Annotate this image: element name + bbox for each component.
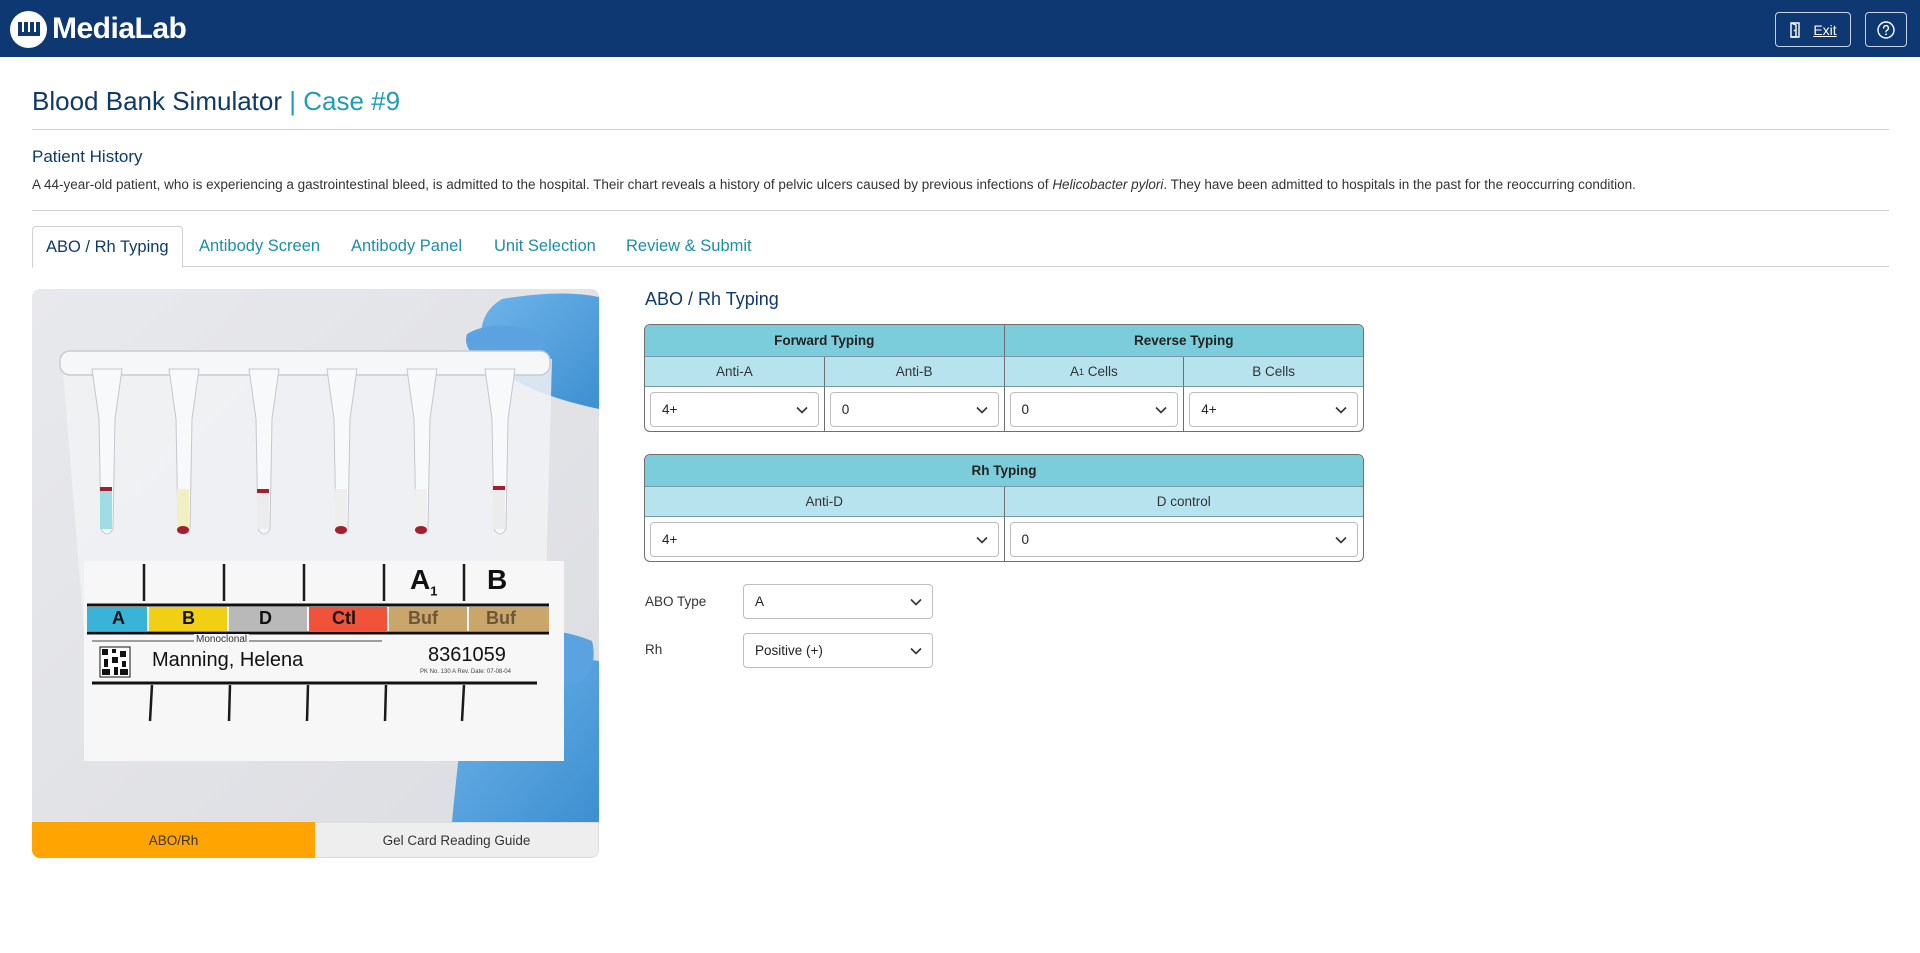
rh-group-header: Rh Typing xyxy=(645,455,1363,487)
monoclonal-label: Monoclonal xyxy=(194,634,250,645)
exit-door-icon xyxy=(1790,21,1801,38)
medialab-logo[interactable]: MediaLab xyxy=(10,10,187,48)
chevron-down-icon xyxy=(796,406,808,414)
history-organism: Helicobacter pylori xyxy=(1052,177,1164,192)
reverse-typing-header: Reverse Typing xyxy=(1004,325,1363,357)
abo-type-label: ABO Type xyxy=(645,594,707,609)
exit-label: Exit xyxy=(1813,21,1837,38)
exit-button[interactable]: Exit xyxy=(1775,12,1851,47)
gel-col-buf-1: Buf xyxy=(408,608,438,628)
col-b-cells: B Cells xyxy=(1184,357,1363,387)
gel-col-a: A xyxy=(112,608,125,628)
logo-text: MediaLab xyxy=(52,12,187,45)
gel-header-a-sub: 1 xyxy=(430,583,438,599)
help-button[interactable] xyxy=(1865,12,1907,47)
a1-cells-cell: 0 xyxy=(1005,387,1185,431)
patient-name: Manning, Helena xyxy=(152,649,304,671)
medialab-logo-icon xyxy=(10,10,47,48)
anti-b-select[interactable]: 0 xyxy=(829,392,999,427)
image-tab-gel-card-reading-guide[interactable]: Gel Card Reading Guide xyxy=(315,822,599,858)
tab-antibody-screen[interactable]: Antibody Screen xyxy=(199,226,320,267)
chevron-down-icon xyxy=(1155,406,1167,414)
chevron-down-icon xyxy=(910,598,922,606)
d-control-value: 0 xyxy=(1021,532,1030,547)
anti-b-cell: 0 xyxy=(825,387,1005,431)
b-cells-cell: 4+ xyxy=(1184,387,1363,431)
page-title: Blood Bank Simulator | Case #9 xyxy=(32,86,400,117)
patient-history-text: A 44-year-old patient, who is experienci… xyxy=(32,177,1636,192)
col-anti-a: Anti-A xyxy=(645,357,825,387)
gel-col-b: B xyxy=(182,608,195,628)
forward-typing-header: Forward Typing xyxy=(645,325,1005,357)
gel-col-d: D xyxy=(259,608,272,628)
patient-history-heading: Patient History xyxy=(32,147,143,166)
patient-id: 8361059 xyxy=(428,644,506,666)
anti-b-value: 0 xyxy=(841,402,850,417)
title-divider xyxy=(32,129,1889,130)
col-a1-main: A xyxy=(1069,364,1079,379)
rh-column-headers: Anti-D D control xyxy=(645,487,1363,517)
a1-cells-select[interactable]: 0 xyxy=(1009,392,1179,427)
typing-group-header: Forward Typing Reverse Typing xyxy=(645,325,1363,357)
tab-abo-rh-typing[interactable]: ABO / Rh Typing xyxy=(32,226,183,268)
rh-label: Rh xyxy=(645,642,663,657)
a1-cells-value: 0 xyxy=(1021,402,1030,417)
rh-typing-header: Rh Typing xyxy=(645,455,1363,487)
anti-a-value: 4+ xyxy=(662,402,678,417)
image-tab-abo-rh[interactable]: ABO/Rh xyxy=(32,822,315,858)
tab-antibody-panel[interactable]: Antibody Panel xyxy=(351,226,462,267)
anti-a-cell: 4+ xyxy=(645,387,825,431)
gel-header-a1: A1 xyxy=(410,564,437,599)
col-a1-tail: Cells xyxy=(1084,364,1118,379)
b-cells-select[interactable]: 4+ xyxy=(1189,392,1358,427)
gel-header-b: B xyxy=(487,564,508,595)
col-a1-cells: A1 Cells xyxy=(1004,357,1185,387)
main-tabs: ABO / Rh Typing Antibody Screen Antibody… xyxy=(32,226,1889,268)
help-icon xyxy=(1877,20,1895,39)
anti-d-value: 4+ xyxy=(662,532,678,547)
forward-reverse-typing-table: Forward Typing Reverse Typing Anti-A Ant… xyxy=(644,324,1364,432)
chevron-down-icon xyxy=(975,536,988,544)
tab-unit-selection[interactable]: Unit Selection xyxy=(494,226,596,267)
rh-value: Positive (+) xyxy=(755,643,823,658)
rh-typing-table: Rh Typing Anti-D D control 4+ 0 xyxy=(644,454,1364,562)
anti-a-select[interactable]: 4+ xyxy=(650,392,819,427)
tab-review-submit[interactable]: Review & Submit xyxy=(626,226,752,267)
abo-rh-section-title: ABO / Rh Typing xyxy=(645,289,779,309)
anti-d-cell: 4+ xyxy=(645,517,1005,561)
col-anti-b: Anti-B xyxy=(824,357,1005,387)
d-control-cell: 0 xyxy=(1005,517,1364,561)
typing-select-row: 4+ 0 0 4+ xyxy=(645,387,1363,431)
history-text-part1: A 44-year-old patient, who is experienci… xyxy=(32,177,1053,192)
rh-select[interactable]: Positive (+) xyxy=(743,633,933,668)
history-text-part2: . They have been admitted to hospitals i… xyxy=(1163,177,1636,192)
gel-col-ctl: Ctl xyxy=(332,608,356,628)
image-tabs: ABO/Rh Gel Card Reading Guide xyxy=(32,822,599,858)
simulator-title: Blood Bank Simulator xyxy=(32,86,283,116)
d-control-select[interactable]: 0 xyxy=(1009,522,1358,557)
history-divider xyxy=(32,210,1889,211)
b-cells-value: 4+ xyxy=(1201,402,1217,417)
chevron-down-icon xyxy=(910,647,922,655)
typing-column-headers: Anti-A Anti-B A1 Cells B Cells xyxy=(645,357,1363,387)
gel-header-a: A xyxy=(410,564,431,595)
chevron-down-icon xyxy=(1335,406,1347,414)
fine-print: PK No. 130 A Rev. Date: 07-08-04 xyxy=(420,669,511,675)
chevron-down-icon xyxy=(975,406,988,414)
rh-select-row: 4+ 0 xyxy=(645,517,1364,561)
gel-card-image: A B D Ctl Buf Buf A1 B Monoclonal Mannin… xyxy=(32,289,599,822)
col-anti-d: Anti-D xyxy=(645,487,1005,517)
top-bar: MediaLab Exit xyxy=(0,0,1920,57)
case-label: | Case #9 xyxy=(289,86,401,116)
gel-col-buf-2: Buf xyxy=(486,608,516,628)
anti-d-select[interactable]: 4+ xyxy=(650,522,999,557)
col-d-control: D control xyxy=(1004,487,1363,517)
abo-type-select[interactable]: A xyxy=(743,584,933,619)
abo-type-value: A xyxy=(755,594,765,609)
chevron-down-icon xyxy=(1335,536,1347,544)
